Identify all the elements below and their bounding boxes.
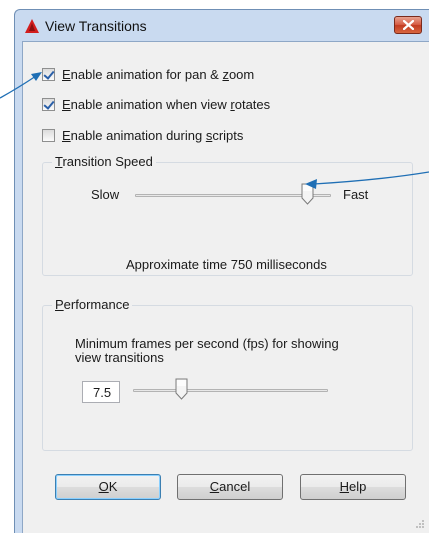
fps-slider-thumb[interactable] [175, 378, 188, 400]
transition-speed-slider-thumb[interactable] [301, 183, 314, 205]
dialog-client-area [22, 41, 429, 533]
checkbox-pan-zoom-label: Enable animation for pan & zoom [62, 67, 254, 82]
slow-label: Slow [91, 187, 120, 202]
mnemonic-char: E [62, 66, 71, 82]
checkbox-view-rotate[interactable] [42, 97, 55, 111]
checkbox-scripts-label: Enable animation during scripts [62, 128, 243, 143]
mnemonic-char: C [209, 479, 220, 494]
performance-description-line1: Minimum frames per second (fps) for show… [75, 336, 339, 351]
button-label: K [108, 479, 118, 494]
resize-grip-icon[interactable] [414, 518, 426, 530]
label-part: otates [234, 96, 271, 112]
button-label: elp [349, 479, 367, 494]
label-part: nable animation during [70, 127, 206, 143]
checkbox-scripts-row[interactable]: Enable animation during scripts [42, 126, 243, 144]
performance-title: Performance [52, 297, 133, 312]
fast-label: Fast [343, 187, 369, 202]
performance-group [42, 305, 413, 451]
transition-speed-title: Transition Speed [52, 154, 156, 169]
label-part: nable animation for pan & [70, 66, 223, 82]
help-button[interactable]: Help [300, 474, 406, 500]
cancel-button[interactable]: Cancel [177, 474, 283, 500]
mnemonic-char: E [62, 96, 71, 112]
autocad-logo-icon [24, 18, 40, 34]
close-button[interactable] [394, 16, 422, 34]
checkbox-scripts[interactable] [42, 128, 55, 142]
mnemonic-char: E [62, 127, 71, 143]
checkbox-view-rotate-row[interactable]: Enable animation when view rotates [42, 95, 270, 113]
checkbox-pan-zoom[interactable] [42, 67, 55, 81]
checkbox-view-rotate-label: Enable animation when view rotates [62, 97, 270, 112]
fps-slider-track[interactable] [133, 389, 328, 392]
button-label: ancel [219, 479, 251, 494]
label-part: erformance [63, 297, 130, 312]
dialog-title: View Transitions [45, 18, 147, 34]
label-part: oom [228, 66, 255, 82]
label-part: cripts [212, 127, 244, 143]
approximate-time-text: Approximate time 750 milliseconds [126, 257, 327, 272]
label-part: ransition Speed [62, 154, 153, 169]
close-icon [403, 20, 414, 30]
ok-button[interactable]: OK [55, 474, 161, 500]
performance-description-line2: view transitions [75, 350, 164, 365]
mnemonic-char: P [55, 297, 64, 312]
fps-value-field[interactable]: 7.5 [82, 381, 120, 403]
checkbox-pan-zoom-row[interactable]: Enable animation for pan & zoom [42, 65, 254, 83]
mnemonic-char: H [339, 479, 350, 494]
mnemonic-char: O [98, 479, 109, 494]
title-bar[interactable]: View Transitions [15, 10, 429, 42]
label-part: nable animation when view [70, 96, 231, 112]
